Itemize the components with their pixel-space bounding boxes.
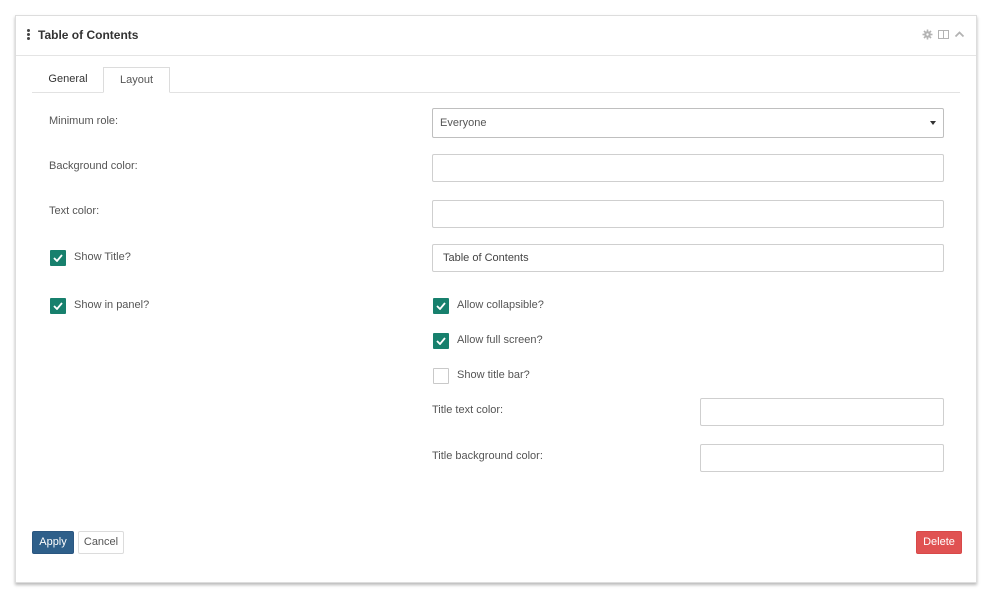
- widget-settings-panel: Table of Contents General Layout Minimum…: [15, 15, 977, 583]
- gear-icon[interactable]: [922, 29, 933, 40]
- title-background-color-input[interactable]: [700, 444, 944, 472]
- show-in-panel-checkbox[interactable]: [50, 298, 66, 314]
- checkmark-icon: [436, 337, 446, 345]
- allow-full-screen-checkbox[interactable]: [433, 333, 449, 349]
- checkmark-icon: [53, 302, 63, 310]
- show-in-panel-label: Show in panel?: [74, 299, 150, 311]
- columns-icon[interactable]: [938, 29, 949, 40]
- allow-collapsible-label: Allow collapsible?: [457, 299, 544, 311]
- show-title-label: Show Title?: [74, 251, 131, 263]
- chevron-up-icon[interactable]: [954, 29, 965, 40]
- title-text-color-input[interactable]: [700, 398, 944, 426]
- panel-title: Table of Contents: [38, 28, 139, 42]
- show-title-bar-label: Show title bar?: [457, 369, 530, 381]
- checkmark-icon: [436, 302, 446, 310]
- background-color-label: Background color:: [49, 160, 138, 172]
- text-color-input[interactable]: [432, 200, 944, 228]
- tab-layout[interactable]: Layout: [103, 67, 170, 93]
- show-title-bar-checkbox[interactable]: [433, 368, 449, 384]
- tab-bar: General Layout: [32, 67, 960, 93]
- allow-full-screen-label: Allow full screen?: [457, 334, 543, 346]
- caret-down-icon: [930, 121, 936, 125]
- panel-header: Table of Contents: [16, 16, 976, 56]
- show-title-checkbox[interactable]: [50, 250, 66, 266]
- checkmark-icon: [53, 254, 63, 262]
- tab-general[interactable]: General: [38, 67, 98, 92]
- minimum-role-label: Minimum role:: [49, 115, 119, 127]
- cancel-button[interactable]: Cancel: [78, 531, 124, 554]
- delete-button[interactable]: Delete: [916, 531, 962, 554]
- title-text-input[interactable]: Table of Contents: [432, 244, 944, 272]
- minimum-role-value: Everyone: [440, 117, 487, 129]
- allow-collapsible-checkbox[interactable]: [433, 298, 449, 314]
- title-text-color-label: Title text color:: [432, 404, 504, 416]
- text-color-label: Text color:: [49, 205, 100, 217]
- drag-handle-icon[interactable]: [27, 29, 30, 40]
- title-background-color-label: Title background color:: [432, 450, 543, 462]
- minimum-role-select[interactable]: Everyone: [432, 108, 944, 138]
- apply-button[interactable]: Apply: [32, 531, 74, 554]
- background-color-input[interactable]: [432, 154, 944, 182]
